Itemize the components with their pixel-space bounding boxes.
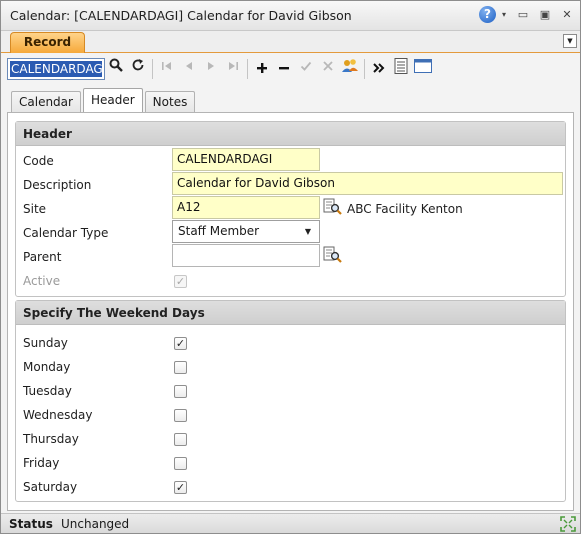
previous-record-icon[interactable] — [178, 58, 200, 80]
tab-notes[interactable]: Notes — [144, 91, 196, 112]
search-icon[interactable] — [105, 58, 127, 80]
calendar-type-value: Staff Member — [178, 224, 260, 238]
calendar-window: Calendar: [CALENDARDAGI] Calendar for Da… — [0, 0, 581, 534]
tab-dropdown-icon[interactable]: ▼ — [563, 34, 577, 48]
window-controls: ? ▾ ▭ ▣ ✕ — [479, 6, 574, 23]
users-icon[interactable] — [339, 58, 361, 80]
weekend-day-label-wednesday: Wednesday — [23, 408, 93, 422]
site-field[interactable]: A12 — [172, 196, 320, 219]
more-actions-icon[interactable] — [368, 58, 390, 80]
form-view-icon[interactable] — [412, 58, 434, 80]
header-tab-content: Header Code CALENDARDAGI Description Cal… — [7, 112, 574, 511]
record-tabstrip: Record ▼ — [1, 31, 580, 53]
parent-label: Parent — [23, 250, 62, 264]
form-subtabs: Calendar Header Notes — [11, 88, 197, 112]
parent-field[interactable] — [172, 244, 320, 267]
tab-header[interactable]: Header — [82, 88, 143, 112]
calendar-type-label: Calendar Type — [23, 226, 109, 240]
record-toolbar: CALENDARDAGI — [7, 56, 574, 82]
add-icon[interactable] — [251, 58, 273, 80]
weekend-day-label-saturday: Saturday — [23, 480, 78, 494]
next-record-icon[interactable] — [200, 58, 222, 80]
remove-icon[interactable] — [273, 58, 295, 80]
site-label: Site — [23, 202, 47, 216]
active-checkbox[interactable]: ✓ — [174, 275, 187, 288]
site-lookup-icon[interactable] — [323, 198, 342, 216]
description-label: Description — [23, 178, 92, 192]
list-view-icon[interactable] — [390, 58, 412, 80]
chevron-down-icon: ▼ — [304, 227, 311, 236]
toolbar-separator — [152, 59, 153, 79]
title-bar: Calendar: [CALENDARDAGI] Calendar for Da… — [1, 1, 580, 31]
weekend-day-label-tuesday: Tuesday — [23, 384, 72, 398]
resize-grip-icon[interactable] — [560, 516, 576, 532]
record-search-value: CALENDARDAGI — [10, 61, 102, 77]
weekend-day-checkbox-tuesday[interactable] — [174, 385, 187, 398]
code-label: Code — [23, 154, 54, 168]
tab-calendar[interactable]: Calendar — [11, 91, 81, 112]
tab-record[interactable]: Record — [10, 32, 85, 53]
cancel-x-icon[interactable] — [317, 58, 339, 80]
weekend-days-group-title: Specify The Weekend Days — [16, 301, 565, 325]
site-description: ABC Facility Kenton — [347, 202, 463, 216]
maximize-icon[interactable]: ▣ — [538, 8, 552, 21]
weekend-day-label-thursday: Thursday — [23, 432, 79, 446]
weekend-day-label-monday: Monday — [23, 360, 71, 374]
code-field[interactable]: CALENDARDAGI — [172, 148, 320, 171]
status-value: Unchanged — [61, 517, 130, 531]
record-search-input[interactable]: CALENDARDAGI — [7, 58, 105, 80]
save-check-icon[interactable] — [295, 58, 317, 80]
help-icon[interactable]: ? — [479, 6, 496, 23]
weekend-day-checkbox-monday[interactable] — [174, 361, 187, 374]
status-bar: Status Unchanged — [1, 513, 580, 533]
weekend-day-checkbox-sunday[interactable]: ✓ — [174, 337, 187, 350]
minimize-icon[interactable]: ▭ — [516, 8, 530, 21]
toolbar-separator — [247, 59, 248, 79]
weekend-day-label-friday: Friday — [23, 456, 60, 470]
calendar-type-select[interactable]: Staff Member ▼ — [172, 220, 320, 243]
weekend-day-checkbox-saturday[interactable]: ✓ — [174, 481, 187, 494]
help-menu-caret-icon[interactable]: ▾ — [500, 10, 508, 19]
first-record-icon[interactable] — [156, 58, 178, 80]
weekend-days-group: Specify The Weekend Days Sunday ✓ Monday Tu… — [15, 300, 566, 502]
window-title: Calendar: [CALENDARDAGI] Calendar for Da… — [10, 8, 352, 23]
close-icon[interactable]: ✕ — [560, 8, 574, 21]
parent-lookup-icon[interactable] — [323, 246, 342, 264]
description-field[interactable]: Calendar for David Gibson — [172, 172, 563, 195]
weekend-day-checkbox-thursday[interactable] — [174, 433, 187, 446]
refresh-icon[interactable] — [127, 58, 149, 80]
last-record-icon[interactable] — [222, 58, 244, 80]
weekend-day-label-sunday: Sunday — [23, 336, 68, 350]
weekend-day-checkbox-wednesday[interactable] — [174, 409, 187, 422]
weekend-day-checkbox-friday[interactable] — [174, 457, 187, 470]
status-label: Status — [9, 517, 53, 531]
header-group-title: Header — [16, 122, 565, 146]
header-group: Header Code CALENDARDAGI Description Cal… — [15, 121, 566, 297]
toolbar-separator — [364, 59, 365, 79]
active-label: Active — [23, 274, 61, 288]
